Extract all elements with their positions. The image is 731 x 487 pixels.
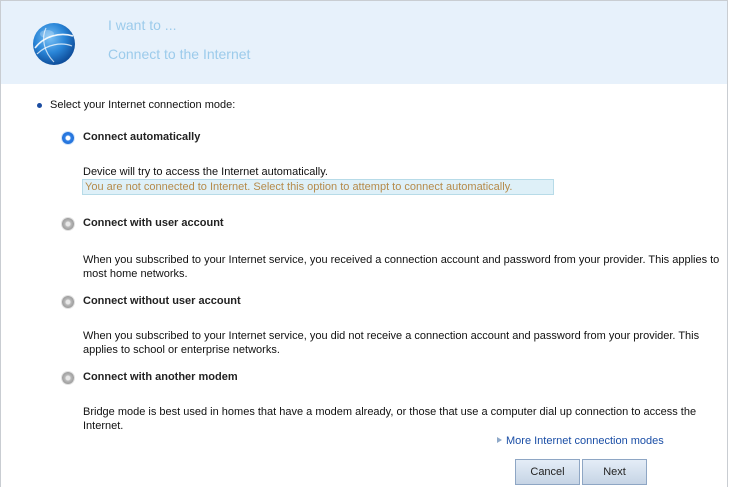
next-button[interactable]: Next bbox=[582, 459, 647, 485]
radio-connect-automatically[interactable] bbox=[62, 132, 74, 144]
radio-connect-with-user-account[interactable] bbox=[62, 218, 74, 230]
wizard-header: I want to ... Connect to the Internet bbox=[1, 1, 727, 84]
option-label-connect-automatically[interactable]: Connect automatically bbox=[83, 131, 200, 143]
option-description-connect-with-user-account: When you subscribed to your Internet ser… bbox=[83, 254, 720, 280]
option-label-connect-without-user-account[interactable]: Connect without user account bbox=[83, 295, 241, 307]
triangle-right-icon bbox=[497, 437, 502, 443]
radio-connect-with-another-modem[interactable] bbox=[62, 372, 74, 384]
bullet-icon bbox=[37, 103, 42, 108]
option-description-connect-with-another-modem: Bridge mode is best used in homes that h… bbox=[83, 406, 697, 432]
option-description-connect-automatically: Device will try to access the Internet a… bbox=[83, 166, 328, 178]
radio-connect-without-user-account[interactable] bbox=[62, 296, 74, 308]
header-subtitle: Connect to the Internet bbox=[108, 46, 251, 62]
globe-icon bbox=[33, 23, 75, 65]
more-connection-modes-label: More Internet connection modes bbox=[506, 435, 664, 447]
more-connection-modes-link[interactable]: More Internet connection modes bbox=[497, 435, 664, 447]
mode-prompt: Select your Internet connection mode: bbox=[50, 99, 236, 111]
option-label-connect-with-user-account[interactable]: Connect with user account bbox=[83, 217, 224, 229]
option-description-connect-without-user-account: When you subscribed to your Internet ser… bbox=[83, 330, 700, 356]
cancel-button[interactable]: Cancel bbox=[515, 459, 580, 485]
header-title: I want to ... bbox=[108, 17, 177, 33]
option-label-connect-with-another-modem[interactable]: Connect with another modem bbox=[83, 371, 238, 383]
connection-status-message: You are not connected to Internet. Selec… bbox=[82, 179, 554, 195]
